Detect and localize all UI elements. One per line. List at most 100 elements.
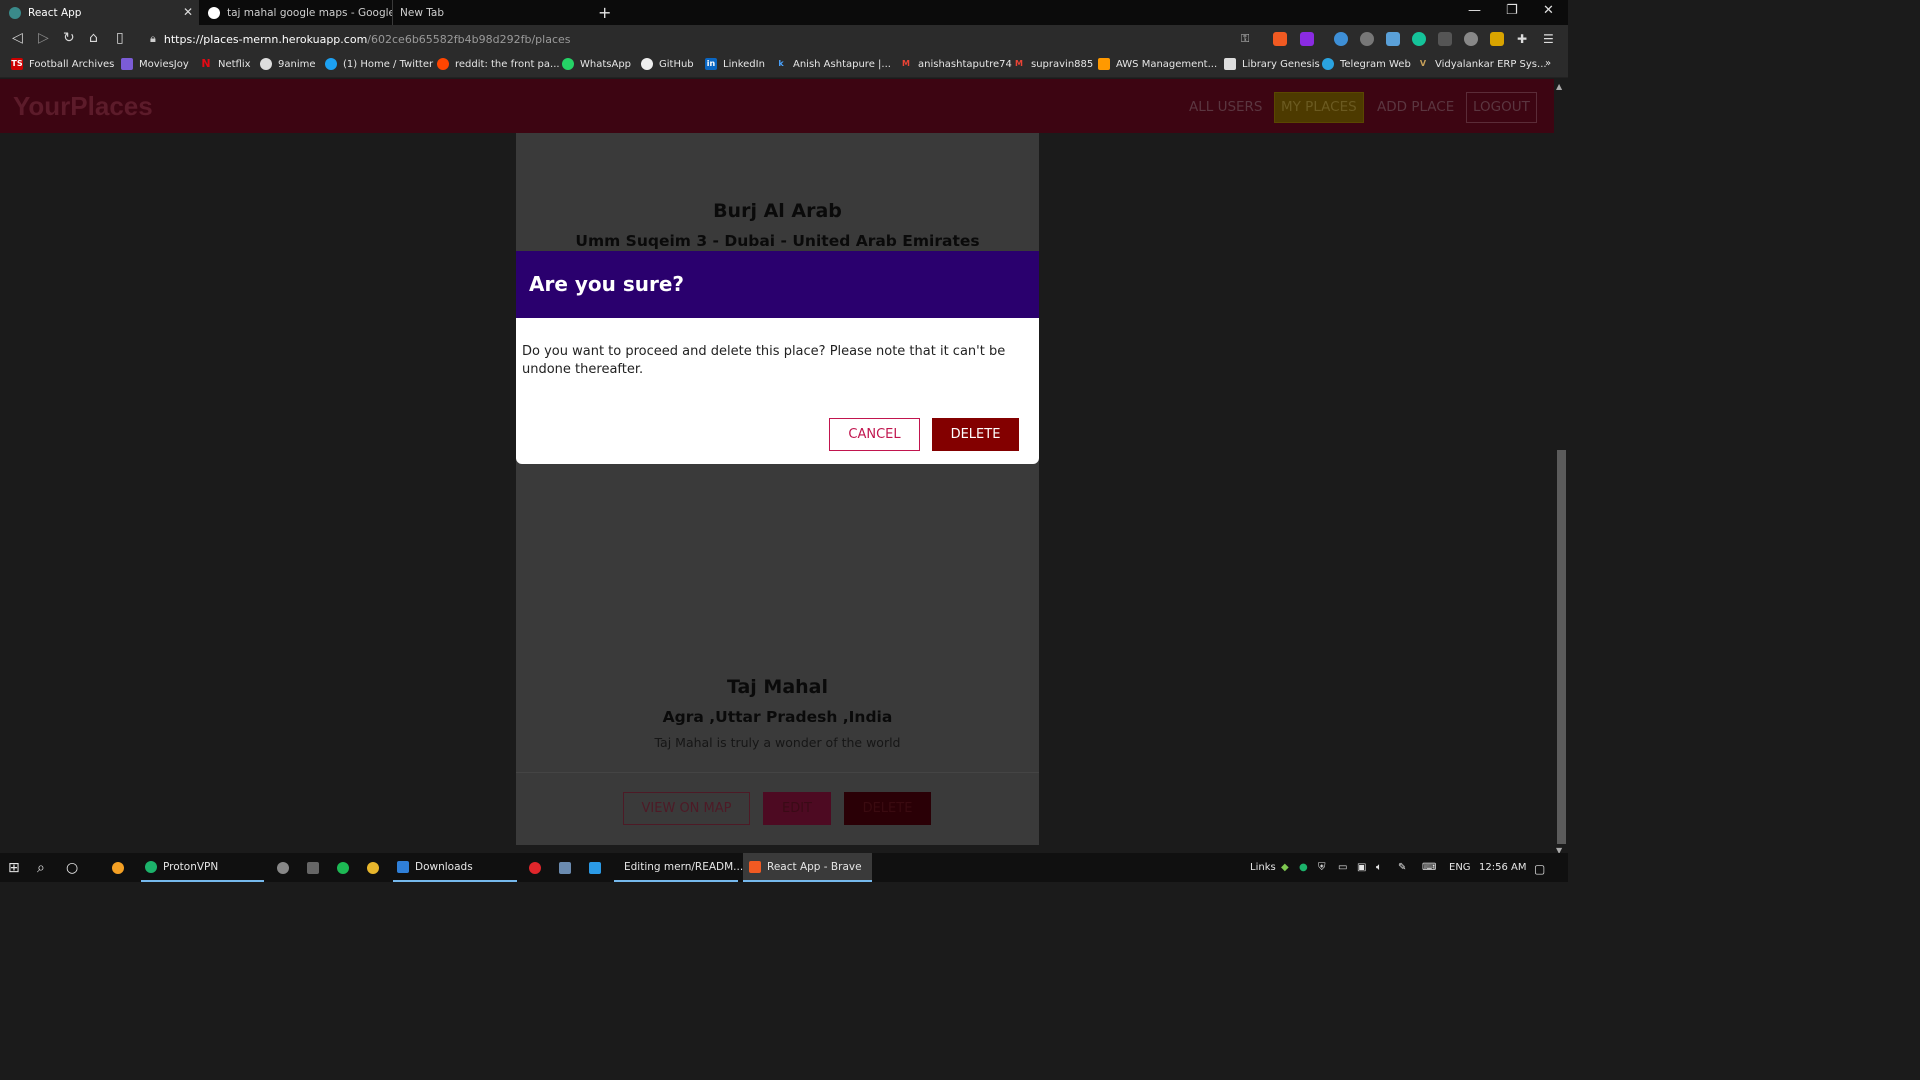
opera-icon[interactable] — [529, 853, 547, 882]
puzzle-icon[interactable]: ✚ — [1517, 32, 1531, 46]
view-on-map-button[interactable]: VIEW ON MAP — [623, 792, 750, 825]
bookmark-label: MoviesJoy — [139, 58, 189, 70]
keyboard-icon[interactable]: ⌨ — [1422, 862, 1436, 873]
bookmark-label: Library Genesis — [1242, 58, 1320, 70]
clock[interactable]: 12:56 AM — [1479, 862, 1526, 873]
grammarly-icon[interactable] — [1412, 32, 1426, 46]
extension-icon[interactable] — [1360, 32, 1374, 46]
react-devtools-icon[interactable] — [1334, 32, 1348, 46]
bookmark-anish[interactable]: k Anish Ashtapure |... — [775, 58, 891, 70]
taskbar-react-app-brave[interactable]: React App - Brave — [743, 853, 872, 882]
cortana-icon[interactable]: ○ — [66, 853, 78, 882]
tab-title: React App — [28, 6, 82, 19]
bookmark-icon[interactable]: ▯ — [116, 30, 124, 46]
bookmark-linkedin[interactable]: in LinkedIn — [705, 58, 765, 70]
extension-icon[interactable] — [1438, 32, 1452, 46]
bookmark-twitter[interactable]: (1) Home / Twitter — [325, 58, 433, 70]
reddit-icon — [437, 58, 449, 70]
language-indicator[interactable]: ENG — [1449, 862, 1471, 873]
extension-icon[interactable] — [1490, 32, 1504, 46]
battery-icon[interactable]: ▭ — [1338, 862, 1347, 873]
bookmark-library-genesis[interactable]: Library Genesis — [1224, 58, 1320, 70]
bookmark-whatsapp[interactable]: WhatsApp — [562, 58, 631, 70]
github-icon — [641, 58, 653, 70]
brand-logo[interactable]: YourPlaces — [13, 91, 153, 122]
close-tab-icon[interactable]: ✕ — [183, 5, 193, 19]
tray-links[interactable]: Links — [1250, 862, 1276, 873]
network-icon[interactable]: ▣ — [1357, 862, 1366, 873]
bookmark-reddit[interactable]: reddit: the front pa... — [437, 58, 560, 70]
bookmark-vidyalankar[interactable]: V Vidyalankar ERP Sys... — [1417, 58, 1547, 70]
k-icon: k — [778, 59, 784, 68]
linkedin-icon: in — [705, 58, 717, 70]
restore-icon[interactable]: ❐ — [1506, 3, 1518, 18]
back-icon[interactable]: ◁ — [12, 30, 23, 46]
react-icon — [9, 6, 21, 19]
nvidia-icon[interactable]: ◆ — [1281, 862, 1289, 873]
app-viewport: YourPlaces ALL USERS MY PLACES ADD PLACE… — [0, 79, 1554, 853]
bookmark-aws[interactable]: AWS Management... — [1098, 58, 1217, 70]
bookmark-moviesjoy[interactable]: MoviesJoy — [121, 58, 189, 70]
9anime-icon — [260, 58, 272, 70]
vscode-icon[interactable] — [589, 853, 607, 882]
calculator-icon — [307, 861, 319, 874]
vpn-tray-icon[interactable]: ● — [1299, 862, 1308, 873]
confirm-delete-button[interactable]: DELETE — [932, 418, 1019, 451]
pen-icon[interactable]: ✎ — [1398, 862, 1406, 873]
edit-button[interactable]: EDIT — [763, 792, 831, 825]
cancel-button[interactable]: CANCEL — [829, 418, 920, 451]
tab-google-search[interactable]: taj mahal google maps - Google Searc — [199, 0, 393, 25]
tab-new-tab[interactable]: New Tab — [393, 0, 588, 25]
reload-icon[interactable]: ↻ — [63, 30, 75, 46]
forward-icon[interactable]: ▷ — [38, 30, 49, 46]
modal-message: Do you want to proceed and delete this p… — [522, 344, 1006, 377]
taskbar-app[interactable] — [112, 853, 130, 882]
brave-shields-icon[interactable] — [1273, 32, 1287, 46]
nav-add-place[interactable]: ADD PLACE — [1370, 92, 1461, 123]
bookmark-label: Football Archives — [29, 58, 115, 70]
volume-icon[interactable]: 🔈︎ — [1376, 862, 1382, 873]
delete-place-button[interactable]: DELETE — [844, 792, 931, 825]
bookmark-gmail-2[interactable]: Msupravin885 — [1013, 58, 1093, 70]
brave-rewards-icon[interactable] — [1300, 32, 1314, 46]
bookmark-github[interactable]: GitHub — [641, 58, 694, 70]
taskbar-downloads[interactable]: Downloads — [393, 853, 517, 882]
key-icon[interactable]: ⚿ — [1241, 32, 1255, 46]
scroll-up-icon[interactable]: ▲ — [1556, 82, 1562, 91]
new-tab-button[interactable]: + — [598, 3, 611, 22]
bookmark-gmail-1[interactable]: Manishashtaputre74 — [900, 58, 1012, 70]
nav-my-places[interactable]: MY PLACES — [1274, 92, 1364, 123]
notifications-icon[interactable]: ▢ — [1534, 862, 1545, 876]
nav-all-users[interactable]: ALL USERS — [1182, 92, 1270, 123]
nav-logout[interactable]: LOGOUT — [1466, 92, 1537, 123]
color-picker-icon[interactable] — [1386, 32, 1400, 46]
security-icon[interactable]: ⛨ — [1318, 862, 1326, 873]
taskbar-protonvpn[interactable]: ProtonVPN — [141, 853, 264, 882]
place-title: Burj Al Arab — [713, 200, 842, 222]
home-icon[interactable]: ⌂ — [89, 30, 98, 46]
windows-start-icon[interactable]: ⊞ — [8, 853, 20, 882]
settings-icon[interactable] — [277, 853, 295, 882]
bookmark-telegram[interactable]: Telegram Web — [1322, 58, 1411, 70]
bookmarks-overflow-icon[interactable]: » — [1545, 58, 1551, 69]
bookmark-label: Telegram Web — [1340, 58, 1411, 70]
tab-react-app[interactable]: React App ✕ — [0, 0, 199, 25]
minimize-icon[interactable]: — — [1468, 3, 1481, 18]
bookmark-label: Vidyalankar ERP Sys... — [1435, 58, 1547, 70]
explorer-icon[interactable] — [559, 853, 577, 882]
menu-icon[interactable]: ☰ — [1543, 32, 1557, 46]
scrollbar-thumb[interactable] — [1557, 450, 1566, 844]
bookmark-netflix[interactable]: N Netflix — [200, 58, 250, 70]
url-path: /602ce6b65582fb4b98d292fb/places — [367, 32, 571, 46]
extension-icon[interactable] — [1464, 32, 1478, 46]
address-bar[interactable]: 🔒︎ https://places-mernn.herokuapp.com/60… — [143, 28, 1263, 50]
spotify-icon[interactable] — [337, 853, 355, 882]
calculator-icon[interactable] — [307, 853, 325, 882]
bookmark-football-archives[interactable]: TS Football Archives — [11, 58, 114, 70]
bookmark-9anime[interactable]: 9anime — [260, 58, 316, 70]
search-icon[interactable]: ⌕ — [37, 853, 45, 882]
chrome-icon[interactable] — [367, 853, 385, 882]
close-window-icon[interactable]: ✕ — [1543, 3, 1554, 18]
taskbar-editing-readme[interactable]: Editing mern/READM... — [614, 853, 743, 882]
place-address: Umm Suqeim 3 - Dubai - United Arab Emira… — [575, 232, 980, 250]
